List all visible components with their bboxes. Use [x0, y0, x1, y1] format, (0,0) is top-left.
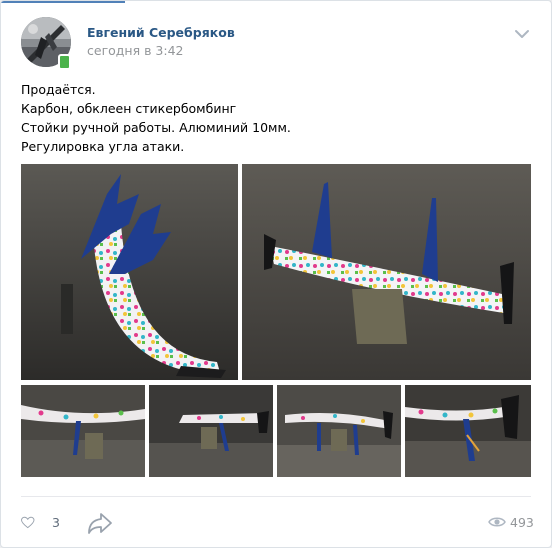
- top-accent-line: [1, 1, 125, 3]
- like-heart-icon[interactable]: [21, 511, 47, 535]
- photo-4[interactable]: [149, 385, 273, 477]
- more-chevron-icon[interactable]: [513, 27, 531, 41]
- post-text-line: Регулировка угла атаки.: [21, 139, 185, 154]
- photo-5[interactable]: [277, 385, 401, 477]
- post-card: Евгений Серебряков сегодня в 3:42 Продаё…: [0, 0, 552, 548]
- photo-2[interactable]: [242, 164, 531, 380]
- post-text-line: Стойки ручной работы. Алюминий 10мм.: [21, 120, 291, 135]
- post-text-line: Продаётся.: [21, 82, 96, 97]
- post-text: Продаётся. Карбон, обклеен стикербомбинг…: [21, 80, 291, 156]
- online-mobile-badge: [58, 54, 71, 70]
- post-time[interactable]: сегодня в 3:42: [87, 43, 184, 58]
- author-name[interactable]: Евгений Серебряков: [87, 25, 235, 40]
- photo-1[interactable]: [21, 164, 238, 380]
- photo-3[interactable]: [21, 385, 145, 477]
- views-eye-icon: [488, 517, 506, 527]
- photo-6[interactable]: [405, 385, 531, 477]
- share-arrow-icon[interactable]: [87, 511, 113, 535]
- post-text-line: Карбон, обклеен стикербомбинг: [21, 101, 237, 116]
- like-count[interactable]: 3: [52, 515, 60, 530]
- views-count: 493: [510, 515, 534, 530]
- actions-divider: [21, 496, 531, 497]
